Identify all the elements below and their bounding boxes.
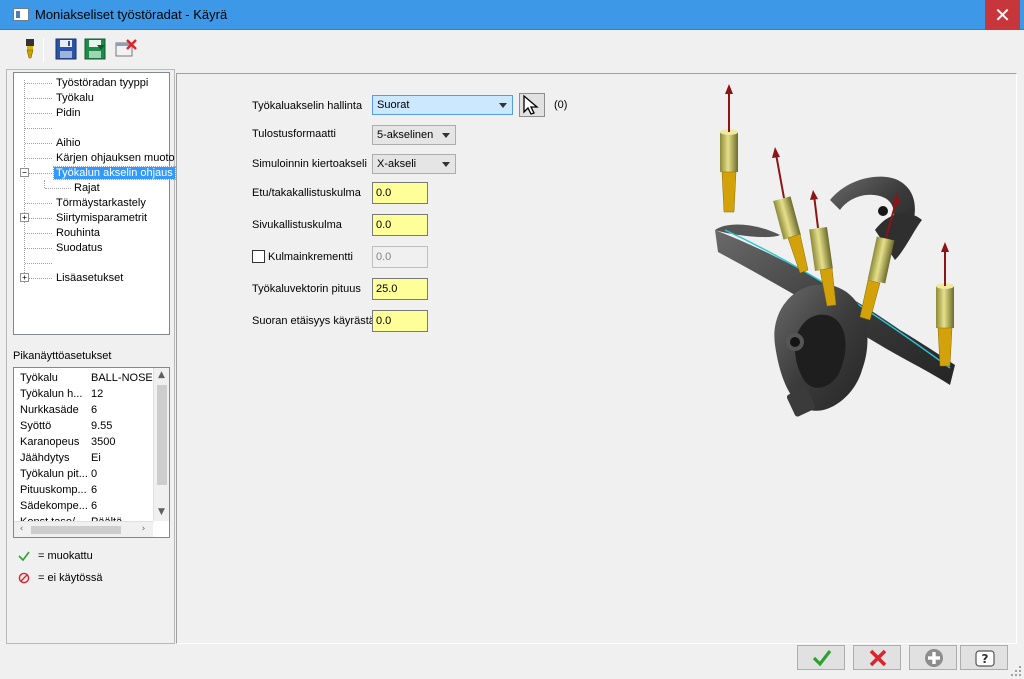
tree-item-tool[interactable]: Työkalu	[54, 91, 96, 105]
tree-item-roughing[interactable]: Rouhinta	[54, 226, 102, 240]
window-icon	[13, 8, 29, 21]
scroll-thumb[interactable]	[157, 385, 167, 485]
tree-item-limits[interactable]: Rajat	[72, 181, 102, 195]
toolbar-separator	[43, 38, 44, 62]
tree-item-stock[interactable]: Aihio	[54, 136, 82, 150]
output-format-select[interactable]: 5-akselinen	[372, 125, 456, 145]
tree-item-toolpath-type[interactable]: Työstöradan tyyppi	[54, 76, 150, 90]
lead-lag-angle-input[interactable]: 0.0	[372, 182, 428, 204]
pick-entities-button[interactable]	[519, 93, 545, 117]
tool-vector-length-input[interactable]: 25.0	[372, 278, 428, 300]
tree-line	[25, 263, 52, 264]
line-distance-label: Suoran etäisyys käyrästä	[252, 315, 375, 327]
tree-line	[25, 158, 52, 159]
close-button[interactable]: ✕	[985, 0, 1020, 30]
tree-line	[25, 83, 52, 84]
tree-line	[29, 278, 52, 279]
svg-text:?: ?	[982, 652, 989, 666]
tree-line	[44, 180, 45, 188]
toolbar	[0, 31, 1024, 69]
tool-1-icon	[720, 84, 738, 213]
angle-increment-input: 0.0	[372, 246, 428, 268]
add-icon	[925, 649, 943, 667]
tool-axis-illustration	[715, 84, 955, 417]
tree-item-collision-check[interactable]: Törmäystarkastely	[54, 196, 148, 210]
tree-item-additional-settings[interactable]: Lisäasetukset	[54, 271, 125, 285]
tree-line	[45, 188, 71, 189]
tree-item-linking-parameters[interactable]: Siirtymisparametrit	[54, 211, 149, 225]
angle-increment-checkbox[interactable]	[252, 250, 265, 263]
tool-5-icon	[936, 242, 954, 367]
horizontal-scrollbar[interactable]: ‹ ›	[14, 521, 153, 537]
tree-line	[25, 248, 52, 249]
scroll-right-icon[interactable]: ›	[136, 522, 151, 537]
title-bar: Moniakseliset työstöradat - Käyrä ✕	[0, 0, 1024, 30]
parameter-tree[interactable]: Työstöradan tyyppi Työkalu Pidin Aihio K…	[13, 72, 176, 335]
tree-expand-toggle[interactable]: +	[20, 213, 29, 222]
tree-line	[25, 233, 52, 234]
tree-item-tip-control[interactable]: Kärjen ohjauksen muoto	[54, 151, 177, 165]
tool-icon[interactable]	[18, 37, 42, 61]
tool-2-icon	[772, 147, 809, 274]
tree-line	[25, 113, 52, 114]
tree-collapse-toggle[interactable]: −	[20, 168, 29, 177]
tree-item-empty[interactable]	[54, 256, 58, 270]
tree-item-holder[interactable]: Pidin	[54, 106, 82, 120]
tool-axis-control-label: Työkaluakselin hallinta	[252, 100, 363, 112]
check-icon	[18, 551, 30, 562]
side-tilt-angle-label: Sivukallistuskulma	[252, 219, 342, 231]
quick-view-title: Pikanäyttöasetukset	[13, 350, 112, 362]
vertical-scrollbar[interactable]: ▲ ▼	[153, 368, 169, 521]
cursor-arrow-icon	[523, 94, 539, 115]
save-icon[interactable]	[54, 37, 78, 61]
save-as-icon[interactable]	[83, 37, 107, 61]
add-button[interactable]	[909, 645, 957, 670]
quick-view-list[interactable]: TyökaluBALL-NOSE ... Työkalun h...12 Nur…	[13, 367, 170, 538]
scroll-up-icon[interactable]: ▲	[154, 368, 169, 383]
ok-icon	[812, 650, 832, 667]
tree-line	[29, 173, 52, 174]
cancel-icon	[869, 649, 887, 667]
sim-rotary-axis-label: Simuloinnin kiertoakseli	[252, 158, 367, 170]
tree-line	[25, 98, 52, 99]
ok-button[interactable]	[797, 645, 845, 670]
lead-lag-angle-label: Etu/takakallistuskulma	[252, 187, 361, 199]
tree-item-tool-axis-control[interactable]: Työkalun akselin ohjaus	[53, 166, 176, 180]
tree-line	[25, 203, 52, 204]
tree-line	[25, 128, 52, 129]
resize-grip-icon[interactable]	[1010, 665, 1022, 677]
tool-vector-length-label: Työkaluvektorin pituus	[252, 283, 361, 295]
delete-icon[interactable]	[114, 37, 138, 61]
tree-line	[25, 143, 52, 144]
tree-line	[24, 80, 25, 283]
tree-line	[29, 218, 52, 219]
output-format-label: Tulostusformaatti	[252, 128, 336, 140]
help-button[interactable]: ?	[960, 645, 1008, 670]
tree-expand-toggle[interactable]: +	[20, 273, 29, 282]
help-icon: ?	[975, 650, 995, 667]
tree-item-filter[interactable]: Suodatus	[54, 241, 104, 255]
scroll-left-icon[interactable]: ‹	[14, 522, 29, 537]
angle-increment-label: Kulmainkrementti	[268, 251, 353, 263]
sim-rotary-axis-select[interactable]: X-akseli	[372, 154, 456, 174]
line-distance-input[interactable]: 0.0	[372, 310, 428, 332]
pick-count: (0)	[554, 99, 568, 111]
scroll-thumb[interactable]	[31, 526, 121, 534]
disabled-icon	[18, 572, 30, 584]
side-tilt-angle-input[interactable]: 0.0	[372, 214, 428, 236]
tree-item-blank[interactable]	[54, 121, 58, 135]
window-title: Moniakseliset työstöradat - Käyrä	[35, 7, 228, 22]
tool-axis-control-select[interactable]: Suorat	[372, 95, 513, 115]
scroll-down-icon[interactable]: ▼	[154, 505, 169, 520]
cancel-button[interactable]	[853, 645, 901, 670]
